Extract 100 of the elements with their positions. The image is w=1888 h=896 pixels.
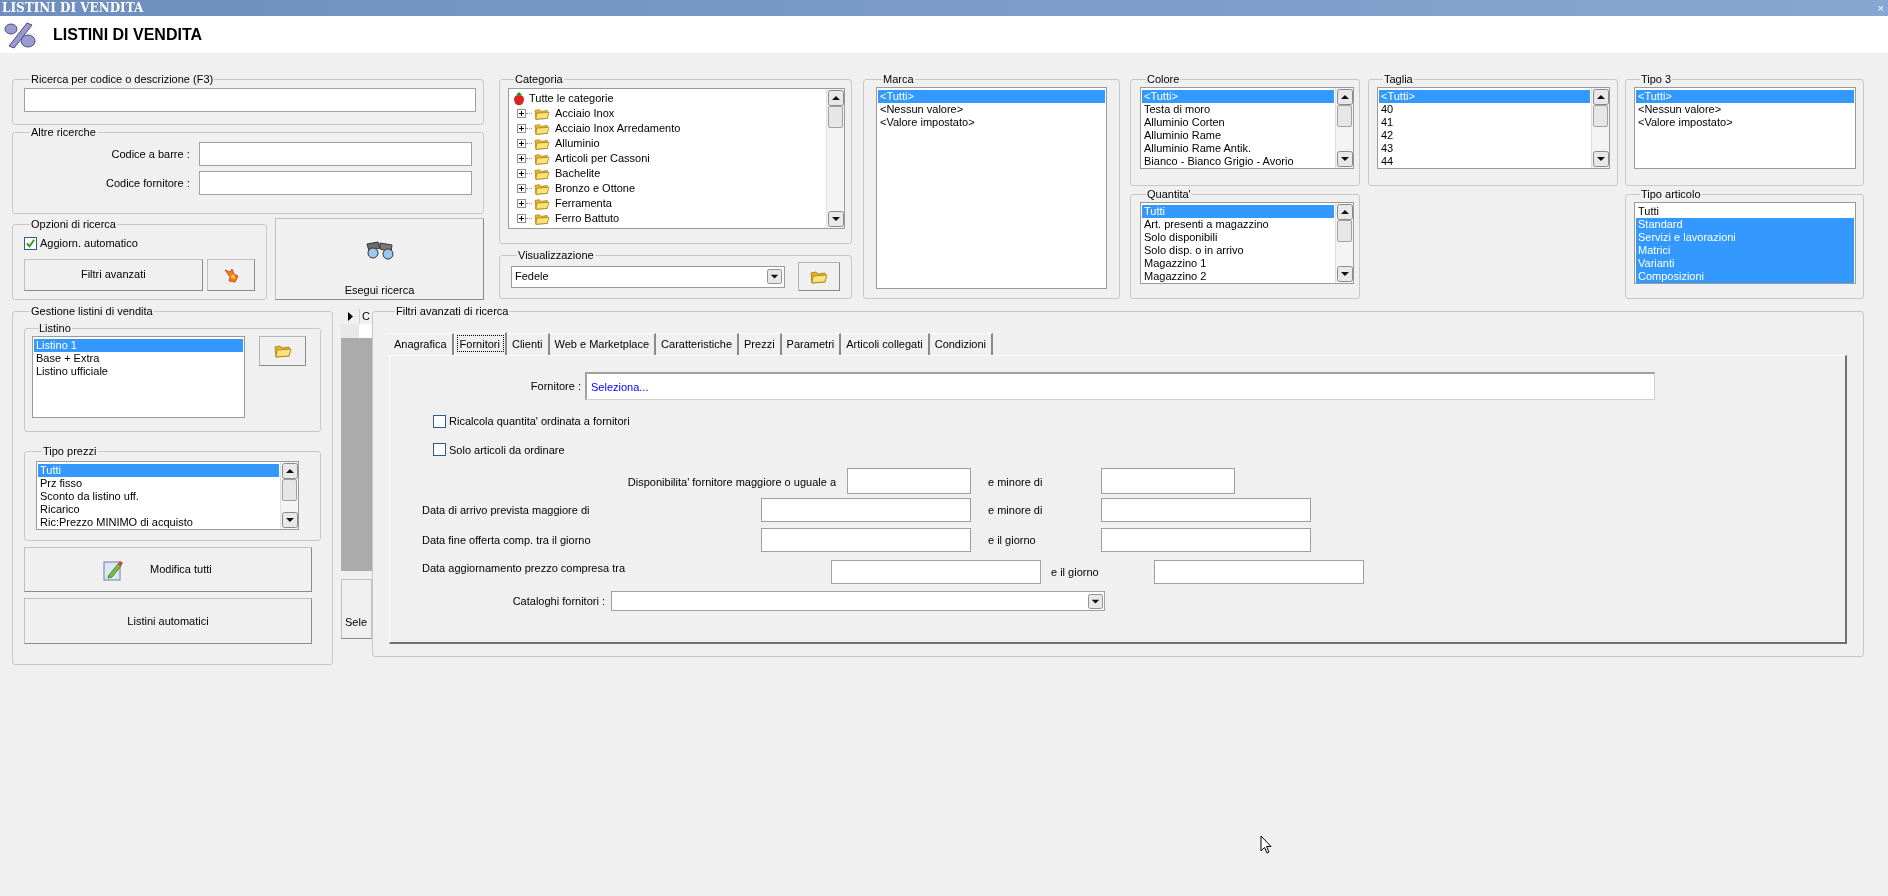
scrollbar[interactable] bbox=[1591, 88, 1609, 168]
list-item[interactable]: Bianco - Bianco Grigio - Avorio bbox=[1142, 155, 1334, 168]
input-field[interactable] bbox=[1101, 468, 1235, 494]
tree-view[interactable]: Tutte le categorie Acciaio Inox Acciaio Inox Arredamento Alluminio Articoli per Cassoni Bachelite Bronzo e Ottone Ferramenta Ferro Battuto bbox=[508, 88, 845, 229]
input-field[interactable] bbox=[761, 498, 971, 522]
input-field[interactable] bbox=[831, 560, 1041, 584]
input-field[interactable] bbox=[198, 142, 472, 166]
tab[interactable]: Anagrafica bbox=[389, 333, 454, 355]
input-field[interactable] bbox=[198, 171, 472, 195]
list-box[interactable]: Tutti Prz fisso Sconto da listino uff. Ricarico Ric:Prezzo MINIMO di acquisto bbox=[36, 461, 299, 530]
scroll-down-icon[interactable] bbox=[281, 512, 298, 528]
search-field[interactable] bbox=[24, 88, 476, 112]
scroll-thumb[interactable] bbox=[1593, 105, 1608, 127]
tree-item[interactable]: Bronzo e Ottone bbox=[555, 180, 636, 197]
tree-item[interactable]: Ferro Battuto bbox=[555, 210, 620, 227]
scroll-down-icon[interactable] bbox=[1336, 151, 1353, 167]
scroll-thumb[interactable] bbox=[1337, 105, 1352, 127]
scrollbar[interactable] bbox=[280, 462, 298, 529]
list-item[interactable]: <Nessun valore> bbox=[1636, 103, 1854, 116]
scroll-up-icon[interactable] bbox=[1592, 89, 1609, 105]
tab[interactable]: Articoli collegati bbox=[841, 333, 930, 355]
scroll-up-icon[interactable] bbox=[1336, 89, 1353, 105]
search-button[interactable]: Esegui ricerca bbox=[275, 218, 484, 300]
list-item[interactable]: 40 bbox=[1379, 103, 1590, 116]
expander-icon[interactable] bbox=[517, 124, 526, 133]
list-item[interactable]: Listino ufficiale bbox=[34, 365, 243, 378]
input-field[interactable] bbox=[1154, 560, 1364, 584]
tab[interactable]: Condizioni bbox=[929, 333, 994, 355]
tab[interactable]: Caratteristiche bbox=[656, 333, 739, 355]
tree-item[interactable]: Acciaio Inox Arredamento bbox=[555, 120, 681, 137]
list-box[interactable]: Tutti Standard Servizi e lavorazioni Matrici Varianti Composizioni bbox=[1634, 202, 1856, 284]
tree-item[interactable]: Articoli per Cassoni bbox=[555, 150, 650, 167]
expander-icon[interactable] bbox=[517, 169, 526, 178]
list-item[interactable]: 42 bbox=[1379, 129, 1590, 142]
list-item[interactable]: 43 bbox=[1379, 142, 1590, 155]
list-box[interactable]: Tutti Art. presenti a magazzino Solo disponibili Solo disp. o in arrivo Magazzino 1 Magazzino 2 bbox=[1140, 202, 1354, 284]
tab[interactable]: Web e Marketplace bbox=[549, 333, 657, 355]
supplier-field[interactable]: Seleziona... bbox=[585, 372, 1655, 400]
tree-item[interactable]: Acciaio Inox bbox=[555, 105, 615, 122]
filters-button[interactable]: Filtri avanzati bbox=[24, 258, 203, 291]
list-item[interactable]: Testa di moro bbox=[1142, 103, 1334, 116]
list-item[interactable]: Prz fisso bbox=[38, 477, 279, 490]
list-item[interactable]: 44 bbox=[1379, 155, 1590, 168]
list-item[interactable]: Ricarico bbox=[38, 503, 279, 516]
scrollbar[interactable] bbox=[1335, 88, 1353, 168]
list-item[interactable]: Solo disp. o in arrivo bbox=[1142, 244, 1334, 257]
input-field[interactable] bbox=[1101, 528, 1311, 552]
expander-icon[interactable] bbox=[517, 199, 526, 208]
expander-icon[interactable] bbox=[517, 139, 526, 148]
list-item[interactable]: Tutti bbox=[1636, 205, 1854, 218]
list-item[interactable]: Magazzino 2 bbox=[1142, 270, 1334, 283]
list-item[interactable]: Alluminio Rame bbox=[1142, 129, 1334, 142]
tree-item[interactable]: Ferramenta bbox=[555, 195, 612, 212]
input-field[interactable] bbox=[761, 528, 971, 552]
list-box[interactable]: <Tutti> 40 41 42 43 44 bbox=[1377, 87, 1610, 169]
expander-icon[interactable] bbox=[517, 214, 526, 223]
list-item[interactable]: Magazzino 1 bbox=[1142, 257, 1334, 270]
scroll-thumb[interactable] bbox=[1337, 220, 1352, 242]
scroll-down-icon[interactable] bbox=[1336, 266, 1353, 282]
folder-button[interactable] bbox=[259, 336, 306, 366]
list-item[interactable]: Ric:Prezzo MINIMO di acquisto bbox=[38, 516, 279, 529]
scroll-thumb[interactable] bbox=[828, 106, 843, 128]
tab[interactable]: Prezzi bbox=[739, 333, 782, 355]
input-field[interactable] bbox=[1101, 498, 1311, 522]
list-item[interactable]: <Valore impostato> bbox=[878, 116, 1105, 129]
list-item[interactable]: Sconto da listino uff. bbox=[38, 490, 279, 503]
list-box[interactable]: <Tutti> Testa di moro Alluminio Corten Alluminio Rame Alluminio Rame Antik. Bianco - Bianco Grigio - Avorio bbox=[1140, 87, 1354, 169]
list-item[interactable]: Solo disponibili bbox=[1142, 231, 1334, 244]
scroll-down-icon[interactable] bbox=[1592, 151, 1609, 167]
scroll-down-icon[interactable] bbox=[827, 211, 844, 227]
list-box[interactable]: <Tutti> <Nessun valore> <Valore impostato> bbox=[1634, 87, 1856, 169]
expander-icon[interactable] bbox=[517, 154, 526, 163]
scrollbar[interactable] bbox=[826, 89, 844, 228]
checkbox[interactable] bbox=[24, 236, 37, 250]
list-item[interactable]: <Valore impostato> bbox=[1636, 116, 1854, 129]
tree-item[interactable]: Alluminio bbox=[555, 135, 600, 152]
tab[interactable]: Parametri bbox=[781, 333, 842, 355]
input-field[interactable] bbox=[847, 468, 971, 494]
scroll-up-icon[interactable] bbox=[1336, 204, 1353, 220]
list-item[interactable]: Alluminio Rame Antik. bbox=[1142, 142, 1334, 155]
folder-button[interactable] bbox=[798, 262, 840, 291]
edit-all-button[interactable]: Modifica tutti bbox=[24, 547, 312, 592]
tab[interactable]: Clienti bbox=[506, 333, 550, 355]
view-dropdown[interactable]: Fedele bbox=[511, 265, 786, 288]
expander-icon[interactable] bbox=[517, 109, 526, 118]
tree-item[interactable]: Bachelite bbox=[555, 165, 601, 182]
select-button[interactable]: Sele bbox=[341, 579, 372, 639]
auto-lists-button[interactable]: Listini automatici bbox=[24, 598, 312, 644]
checkbox[interactable] bbox=[433, 414, 446, 428]
list-item[interactable]: Base + Extra bbox=[34, 352, 243, 365]
list-box[interactable]: Listino 1 Base + Extra Listino ufficiale bbox=[32, 336, 245, 418]
clear-button[interactable] bbox=[206, 258, 255, 291]
tree-item[interactable]: Tutte le categorie bbox=[529, 90, 614, 107]
list-box[interactable]: <Tutti> <Nessun valore> <Valore impostato> bbox=[876, 87, 1107, 289]
column-header[interactable]: C bbox=[359, 309, 372, 324]
list-item[interactable]: <Nessun valore> bbox=[878, 103, 1105, 116]
scroll-up-icon[interactable] bbox=[827, 90, 844, 106]
list-item[interactable]: Alluminio Corten bbox=[1142, 116, 1334, 129]
list-item[interactable]: Art. presenti a magazzino bbox=[1142, 218, 1334, 231]
scroll-thumb[interactable] bbox=[282, 479, 297, 501]
